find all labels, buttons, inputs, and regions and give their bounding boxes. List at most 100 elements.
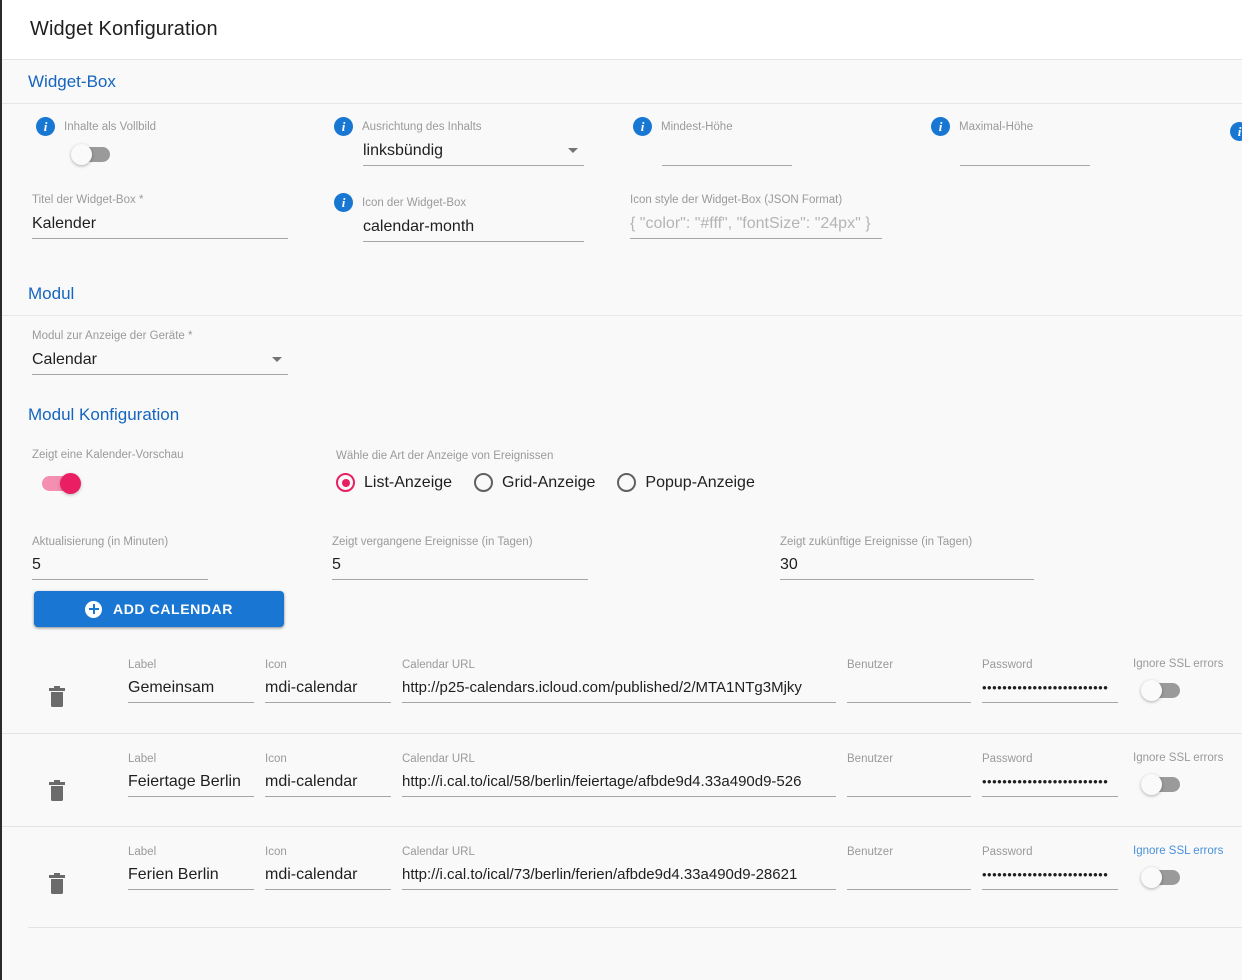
info-icon-overflow[interactable]: i bbox=[1230, 122, 1242, 141]
add-calendar-button[interactable]: ADD CALENDAR bbox=[34, 591, 284, 627]
field-display-mode: Wähle die Art der Anzeige von Ereignisse… bbox=[336, 449, 755, 492]
input-calendar-icon[interactable]: mdi-calendar bbox=[265, 860, 391, 890]
field-refresh-interval: Aktualisierung (in Minuten) 5 bbox=[32, 535, 208, 580]
input-calendar-url[interactable]: http://p25-calendars.icloud.com/publishe… bbox=[402, 673, 836, 703]
input-calendar-url[interactable]: http://i.cal.to/ical/58/berlin/feiertage… bbox=[402, 767, 836, 797]
input-calendar-label[interactable]: Gemeinsam bbox=[128, 673, 254, 703]
input-calendar-password-label: Password bbox=[982, 659, 1033, 671]
field-widget-icon-label: Icon der Widget-Box bbox=[362, 196, 467, 209]
section-header-modul-label: Modul bbox=[28, 283, 75, 303]
chevron-down-icon bbox=[568, 148, 578, 153]
field-refresh-interval-label: Aktualisierung (in Minuten) bbox=[32, 536, 169, 548]
toggle-ignore-ssl[interactable] bbox=[1141, 774, 1180, 795]
toggle-knob bbox=[1141, 867, 1162, 888]
field-widget-title-label: Titel der Widget-Box * bbox=[32, 194, 144, 206]
toggle-knob bbox=[1141, 774, 1162, 795]
field-fullscreen-label: Inhalte als Vollbild bbox=[64, 120, 157, 133]
input-calendar-label-label: Label bbox=[128, 753, 157, 765]
select-module[interactable]: Calendar bbox=[32, 345, 288, 375]
radio-circle-icon bbox=[336, 473, 355, 492]
info-icon[interactable]: i bbox=[1230, 122, 1242, 141]
radio-grid-anzeige[interactable]: Grid-Anzeige bbox=[474, 473, 595, 492]
info-icon[interactable]: i bbox=[633, 117, 652, 136]
table-row: Label Feiertage Berlin Icon mdi-calendar Cal… bbox=[2, 733, 1242, 826]
input-calendar-password[interactable]: ••••••••••••••••••••••••• bbox=[982, 767, 1118, 797]
radio-popup-anzeige-label: Popup-Anzeige bbox=[645, 473, 755, 491]
toggle-knob bbox=[60, 473, 81, 494]
input-calendar-password-label: Password bbox=[982, 846, 1033, 858]
widget-configuration-dialog: Widget Konfiguration Widget-Box i Inhalt… bbox=[0, 0, 1242, 980]
field-icon-style: Icon style der Widget-Box (JSON Format) … bbox=[630, 193, 882, 239]
input-widget-icon[interactable]: calendar-month bbox=[363, 212, 584, 242]
ignore-ssl-label: Ignore SSL errors bbox=[1133, 658, 1224, 670]
section-header-widget-box: Widget-Box bbox=[2, 60, 1242, 104]
field-future-events: Zeigt zukünftige Ereignisse (in Tagen) 3… bbox=[780, 535, 1034, 580]
radio-circle-icon bbox=[617, 473, 637, 492]
input-calendar-icon-label: Icon bbox=[265, 753, 287, 765]
field-calendar-preview: Zeigt eine Kalender-Vorschau bbox=[32, 448, 292, 496]
input-calendar-user-label: Benutzer bbox=[847, 753, 894, 765]
toggle-knob bbox=[71, 144, 92, 165]
input-calendar-icon[interactable]: mdi-calendar bbox=[265, 673, 391, 703]
radio-grid-anzeige-label: Grid-Anzeige bbox=[502, 473, 596, 491]
field-display-mode-label: Wähle die Art der Anzeige von Ereignisse… bbox=[336, 450, 554, 462]
table-row: Label Ferien Berlin Icon mdi-calendar Calend… bbox=[2, 826, 1242, 919]
toggle-ignore-ssl[interactable] bbox=[1141, 680, 1180, 701]
field-min-height-label: Mindest-Höhe bbox=[661, 120, 733, 133]
radio-popup-anzeige[interactable]: Popup-Anzeige bbox=[617, 473, 755, 492]
toggle-calendar-preview[interactable] bbox=[42, 473, 81, 494]
input-calendar-label[interactable]: Ferien Berlin bbox=[128, 860, 254, 890]
input-calendar-password[interactable]: ••••••••••••••••••••••••• bbox=[982, 860, 1118, 890]
field-calendar-preview-label: Zeigt eine Kalender-Vorschau bbox=[32, 449, 184, 461]
info-icon[interactable]: i bbox=[36, 117, 55, 136]
input-icon-style[interactable]: { "color": "#fff", "fontSize": "24px" } bbox=[630, 209, 882, 239]
page-title: Widget Konfiguration bbox=[30, 18, 218, 40]
field-past-events-label: Zeigt vergangene Ereignisse (in Tagen) bbox=[332, 536, 533, 548]
calendar-list: Label Gemeinsam Icon mdi-calendar Calendar U… bbox=[2, 640, 1242, 919]
input-calendar-user[interactable] bbox=[847, 673, 971, 703]
select-alignment[interactable]: linksbündig bbox=[363, 136, 584, 166]
field-max-height: i Maximal-Höhe bbox=[931, 117, 1121, 166]
field-ignore-ssl: Ignore SSL errors bbox=[1133, 752, 1238, 797]
input-calendar-label[interactable]: Feiertage Berlin bbox=[128, 767, 254, 797]
input-calendar-user[interactable] bbox=[847, 860, 971, 890]
ignore-ssl-label: Ignore SSL errors bbox=[1133, 752, 1224, 764]
info-icon[interactable]: i bbox=[334, 117, 353, 136]
dialog-footer bbox=[2, 919, 1242, 980]
select-alignment-value: linksbündig bbox=[363, 142, 444, 159]
add-calendar-panel: ADD CALENDAR bbox=[2, 582, 1242, 640]
input-calendar-password[interactable]: ••••••••••••••••••••••••• bbox=[982, 673, 1118, 703]
input-calendar-user-label: Benutzer bbox=[847, 659, 894, 671]
chevron-down-icon bbox=[272, 357, 282, 362]
input-max-height[interactable] bbox=[960, 136, 1090, 166]
input-calendar-url-label: Calendar URL bbox=[402, 753, 475, 765]
input-calendar-url-label: Calendar URL bbox=[402, 659, 475, 671]
radio-list-anzeige[interactable]: List-Anzeige bbox=[336, 473, 452, 492]
modul-konfiguration-panel: Zeigt eine Kalender-Vorschau Wähle die A… bbox=[2, 436, 1242, 582]
toggle-ignore-ssl[interactable] bbox=[1141, 867, 1180, 888]
input-widget-title[interactable]: Kalender bbox=[32, 209, 288, 239]
input-min-height[interactable] bbox=[662, 136, 792, 166]
toggle-fullscreen[interactable] bbox=[71, 144, 110, 165]
select-module-value: Calendar bbox=[32, 351, 97, 368]
field-ignore-ssl: Ignore SSL errors bbox=[1133, 658, 1238, 703]
table-row: Label Gemeinsam Icon mdi-calendar Calendar U… bbox=[2, 640, 1242, 733]
field-module-select-label: Modul zur Anzeige der Geräte * bbox=[32, 330, 193, 342]
input-calendar-label-label: Label bbox=[128, 659, 157, 671]
input-calendar-user[interactable] bbox=[847, 767, 971, 797]
input-refresh-interval[interactable]: 5 bbox=[32, 550, 208, 580]
input-calendar-url[interactable]: http://i.cal.to/ical/73/berlin/ferien/af… bbox=[402, 860, 836, 890]
input-calendar-user-label: Benutzer bbox=[847, 846, 894, 858]
info-icon[interactable]: i bbox=[334, 193, 353, 212]
field-widget-icon: i Icon der Widget-Box calendar-month bbox=[334, 193, 584, 242]
plus-circle-icon bbox=[85, 600, 102, 618]
input-calendar-icon[interactable]: mdi-calendar bbox=[265, 767, 391, 797]
input-future-events[interactable]: 30 bbox=[780, 550, 1034, 580]
radio-group-display-mode: List-Anzeige Grid-Anzeige Popup-Anzeige bbox=[336, 473, 755, 492]
field-fullscreen: i Inhalte als Vollbild bbox=[36, 117, 266, 167]
radio-circle-icon bbox=[474, 473, 494, 492]
info-icon[interactable]: i bbox=[931, 117, 950, 136]
ignore-ssl-label: Ignore SSL errors bbox=[1133, 845, 1224, 857]
input-past-events[interactable]: 5 bbox=[332, 550, 588, 580]
input-calendar-icon-label: Icon bbox=[265, 659, 287, 671]
